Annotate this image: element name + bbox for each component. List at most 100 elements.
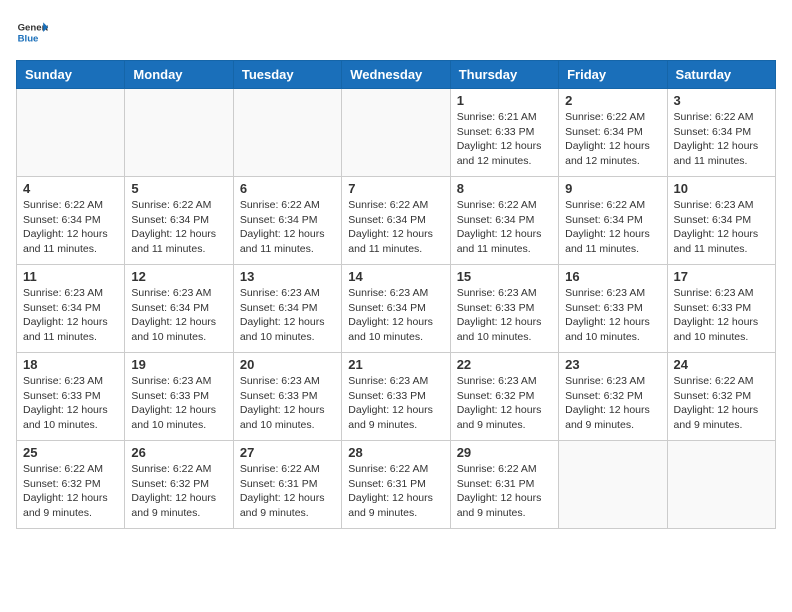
calendar-cell: 19Sunrise: 6:23 AM Sunset: 6:33 PM Dayli…: [125, 353, 233, 441]
day-header-sunday: Sunday: [17, 61, 125, 89]
calendar-cell: 11Sunrise: 6:23 AM Sunset: 6:34 PM Dayli…: [17, 265, 125, 353]
day-number: 29: [457, 445, 552, 460]
calendar-cell: 10 Sunrise: 6:23 AM Sunset: 6:34 PM Dayli…: [667, 177, 775, 265]
day-info: Sunrise: 6:23 AM Sunset: 6:33 PM Dayligh…: [131, 374, 226, 433]
day-number: 5: [131, 181, 226, 196]
day-number: 14: [348, 269, 443, 284]
calendar-cell: 20Sunrise: 6:23 AM Sunset: 6:33 PM Dayli…: [233, 353, 341, 441]
day-number: 10: [674, 181, 769, 196]
day-info: Sunrise: 6:22 AM Sunset: 6:34 PM Dayligh…: [23, 198, 118, 257]
calendar-cell: 3Sunrise: 6:22 AM Sunset: 6:34 PM Daylig…: [667, 89, 775, 177]
day-number: 2: [565, 93, 660, 108]
calendar-cell: 12 Sunrise: 6:23 AM Sunset: 6:34 PM Dayli…: [125, 265, 233, 353]
calendar-table: SundayMondayTuesdayWednesdayThursdayFrid…: [16, 60, 776, 529]
calendar-cell: [233, 89, 341, 177]
day-info: Sunrise: 6:22 AM Sunset: 6:31 PM Dayligh…: [348, 462, 443, 521]
svg-text:Blue: Blue: [18, 34, 39, 45]
day-info: Sunrise: 6:23 AM Sunset: 6:34 PM Dayligh…: [348, 286, 443, 345]
day-info: Sunrise: 6:22 AM Sunset: 6:32 PM Dayligh…: [23, 462, 118, 521]
calendar-cell: 13Sunrise: 6:23 AM Sunset: 6:34 PM Dayli…: [233, 265, 341, 353]
day-info: Sunrise: 6:22 AM Sunset: 6:34 PM Dayligh…: [131, 198, 226, 257]
day-info: Sunrise: 6:22 AM Sunset: 6:34 PM Dayligh…: [457, 198, 552, 257]
calendar-cell: 8 Sunrise: 6:22 AM Sunset: 6:34 PM Daylig…: [450, 177, 558, 265]
week-row-1: 1Sunrise: 6:21 AM Sunset: 6:33 PM Daylig…: [17, 89, 776, 177]
page-header: General Blue: [16, 16, 776, 48]
day-number: 7: [348, 181, 443, 196]
calendar-cell: 5 Sunrise: 6:22 AM Sunset: 6:34 PM Daylig…: [125, 177, 233, 265]
calendar-cell: 25 Sunrise: 6:22 AM Sunset: 6:32 PM Dayli…: [17, 441, 125, 529]
week-row-5: 25 Sunrise: 6:22 AM Sunset: 6:32 PM Dayli…: [17, 441, 776, 529]
day-header-monday: Monday: [125, 61, 233, 89]
day-number: 4: [23, 181, 118, 196]
logo: General Blue: [16, 16, 52, 48]
day-info: Sunrise: 6:22 AM Sunset: 6:34 PM Dayligh…: [565, 198, 660, 257]
calendar-cell: 24Sunrise: 6:22 AM Sunset: 6:32 PM Dayli…: [667, 353, 775, 441]
day-number: 1: [457, 93, 552, 108]
day-info: Sunrise: 6:22 AM Sunset: 6:31 PM Dayligh…: [240, 462, 335, 521]
day-number: 13: [240, 269, 335, 284]
calendar-cell: 28 Sunrise: 6:22 AM Sunset: 6:31 PM Dayli…: [342, 441, 450, 529]
day-header-saturday: Saturday: [667, 61, 775, 89]
day-info: Sunrise: 6:22 AM Sunset: 6:31 PM Dayligh…: [457, 462, 552, 521]
day-info: Sunrise: 6:23 AM Sunset: 6:34 PM Dayligh…: [674, 198, 769, 257]
calendar-cell: 23 Sunrise: 6:23 AM Sunset: 6:32 PM Dayli…: [559, 353, 667, 441]
day-number: 3: [674, 93, 769, 108]
week-row-3: 11Sunrise: 6:23 AM Sunset: 6:34 PM Dayli…: [17, 265, 776, 353]
day-info: Sunrise: 6:23 AM Sunset: 6:33 PM Dayligh…: [565, 286, 660, 345]
day-info: Sunrise: 6:22 AM Sunset: 6:34 PM Dayligh…: [565, 110, 660, 169]
calendar-cell: 16 Sunrise: 6:23 AM Sunset: 6:33 PM Dayli…: [559, 265, 667, 353]
day-number: 25: [23, 445, 118, 460]
day-info: Sunrise: 6:22 AM Sunset: 6:34 PM Dayligh…: [240, 198, 335, 257]
day-info: Sunrise: 6:23 AM Sunset: 6:34 PM Dayligh…: [131, 286, 226, 345]
calendar-cell: 21 Sunrise: 6:23 AM Sunset: 6:33 PM Dayli…: [342, 353, 450, 441]
calendar-cell: 26 Sunrise: 6:22 AM Sunset: 6:32 PM Dayli…: [125, 441, 233, 529]
day-number: 21: [348, 357, 443, 372]
day-number: 18: [23, 357, 118, 372]
day-info: Sunrise: 6:23 AM Sunset: 6:32 PM Dayligh…: [457, 374, 552, 433]
calendar-cell: 29 Sunrise: 6:22 AM Sunset: 6:31 PM Dayli…: [450, 441, 558, 529]
calendar-cell: 7Sunrise: 6:22 AM Sunset: 6:34 PM Daylig…: [342, 177, 450, 265]
logo-icon: General Blue: [16, 16, 48, 48]
calendar-cell: 18Sunrise: 6:23 AM Sunset: 6:33 PM Dayli…: [17, 353, 125, 441]
calendar-cell: 15 Sunrise: 6:23 AM Sunset: 6:33 PM Dayli…: [450, 265, 558, 353]
day-number: 9: [565, 181, 660, 196]
day-number: 8: [457, 181, 552, 196]
header-row: SundayMondayTuesdayWednesdayThursdayFrid…: [17, 61, 776, 89]
calendar-cell: 9 Sunrise: 6:22 AM Sunset: 6:34 PM Daylig…: [559, 177, 667, 265]
calendar-cell: 27 Sunrise: 6:22 AM Sunset: 6:31 PM Dayli…: [233, 441, 341, 529]
day-info: Sunrise: 6:23 AM Sunset: 6:33 PM Dayligh…: [674, 286, 769, 345]
calendar-cell: [17, 89, 125, 177]
day-info: Sunrise: 6:23 AM Sunset: 6:33 PM Dayligh…: [457, 286, 552, 345]
week-row-4: 18 Sunrise: 6:23 AM Sunset: 6:33 PM Dayli…: [17, 353, 776, 441]
calendar-cell: 17 Sunrise: 6:23 AM Sunset: 6:33 PM Dayli…: [667, 265, 775, 353]
day-number: 28: [348, 445, 443, 460]
day-header-wednesday: Wednesday: [342, 61, 450, 89]
calendar-cell: [342, 89, 450, 177]
day-info: Sunrise: 6:22 AM Sunset: 6:32 PM Dayligh…: [131, 462, 226, 521]
day-header-tuesday: Tuesday: [233, 61, 341, 89]
day-number: 12: [131, 269, 226, 284]
calendar-cell: 6Sunrise: 6:22 AM Sunset: 6:34 PM Daylig…: [233, 177, 341, 265]
calendar-cell: 2 Sunrise: 6:22 AM Sunset: 6:34 PM Daylig…: [559, 89, 667, 177]
calendar-cell: 22 Sunrise: 6:23 AM Sunset: 6:32 PM Dayli…: [450, 353, 558, 441]
calendar-cell: [125, 89, 233, 177]
day-header-thursday: Thursday: [450, 61, 558, 89]
calendar-body: 1Sunrise: 6:21 AM Sunset: 6:33 PM Daylig…: [17, 89, 776, 529]
day-number: 26: [131, 445, 226, 460]
day-number: 22: [457, 357, 552, 372]
day-number: 23: [565, 357, 660, 372]
day-number: 15: [457, 269, 552, 284]
calendar-cell: 1Sunrise: 6:21 AM Sunset: 6:33 PM Daylig…: [450, 89, 558, 177]
day-info: Sunrise: 6:23 AM Sunset: 6:33 PM Dayligh…: [348, 374, 443, 433]
day-header-friday: Friday: [559, 61, 667, 89]
day-number: 16: [565, 269, 660, 284]
day-info: Sunrise: 6:23 AM Sunset: 6:32 PM Dayligh…: [565, 374, 660, 433]
calendar-header: SundayMondayTuesdayWednesdayThursdayFrid…: [17, 61, 776, 89]
day-number: 20: [240, 357, 335, 372]
calendar-cell: 14 Sunrise: 6:23 AM Sunset: 6:34 PM Dayli…: [342, 265, 450, 353]
calendar-cell: [667, 441, 775, 529]
day-number: 27: [240, 445, 335, 460]
day-info: Sunrise: 6:23 AM Sunset: 6:34 PM Dayligh…: [23, 286, 118, 345]
day-number: 17: [674, 269, 769, 284]
day-number: 24: [674, 357, 769, 372]
